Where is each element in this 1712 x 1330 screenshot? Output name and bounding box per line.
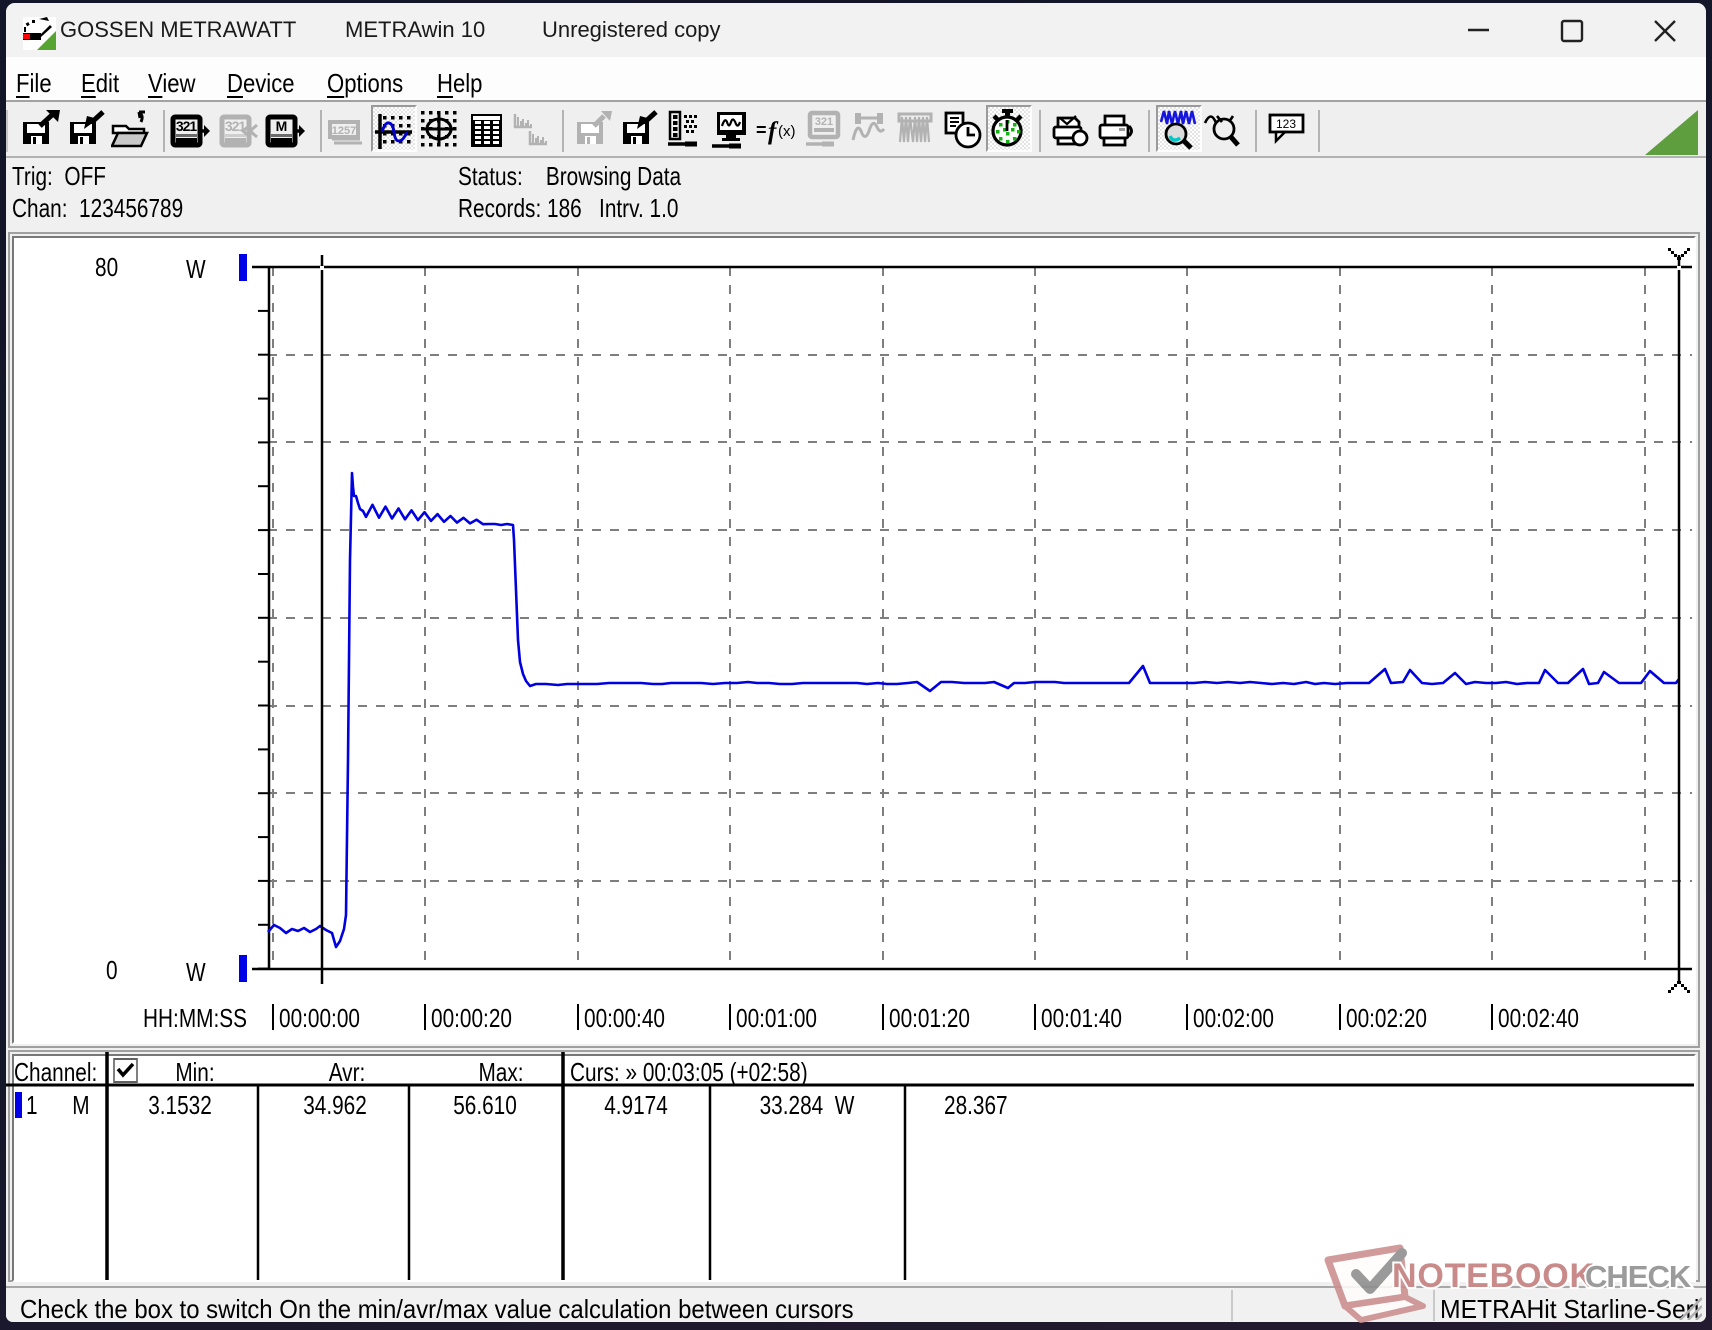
svg-text:1257: 1257: [332, 125, 356, 137]
svg-text:NOTEBOOK: NOTEBOOK: [1392, 1257, 1595, 1295]
svg-text:M: M: [276, 118, 287, 134]
svg-text:(x): (x): [778, 123, 796, 140]
svg-text:=: =: [756, 120, 767, 140]
svg-text:321: 321: [176, 118, 198, 134]
svg-text:CHECK: CHECK: [1585, 1259, 1692, 1294]
svg-text:123: 123: [1276, 117, 1296, 131]
svg-text:321: 321: [815, 116, 833, 128]
